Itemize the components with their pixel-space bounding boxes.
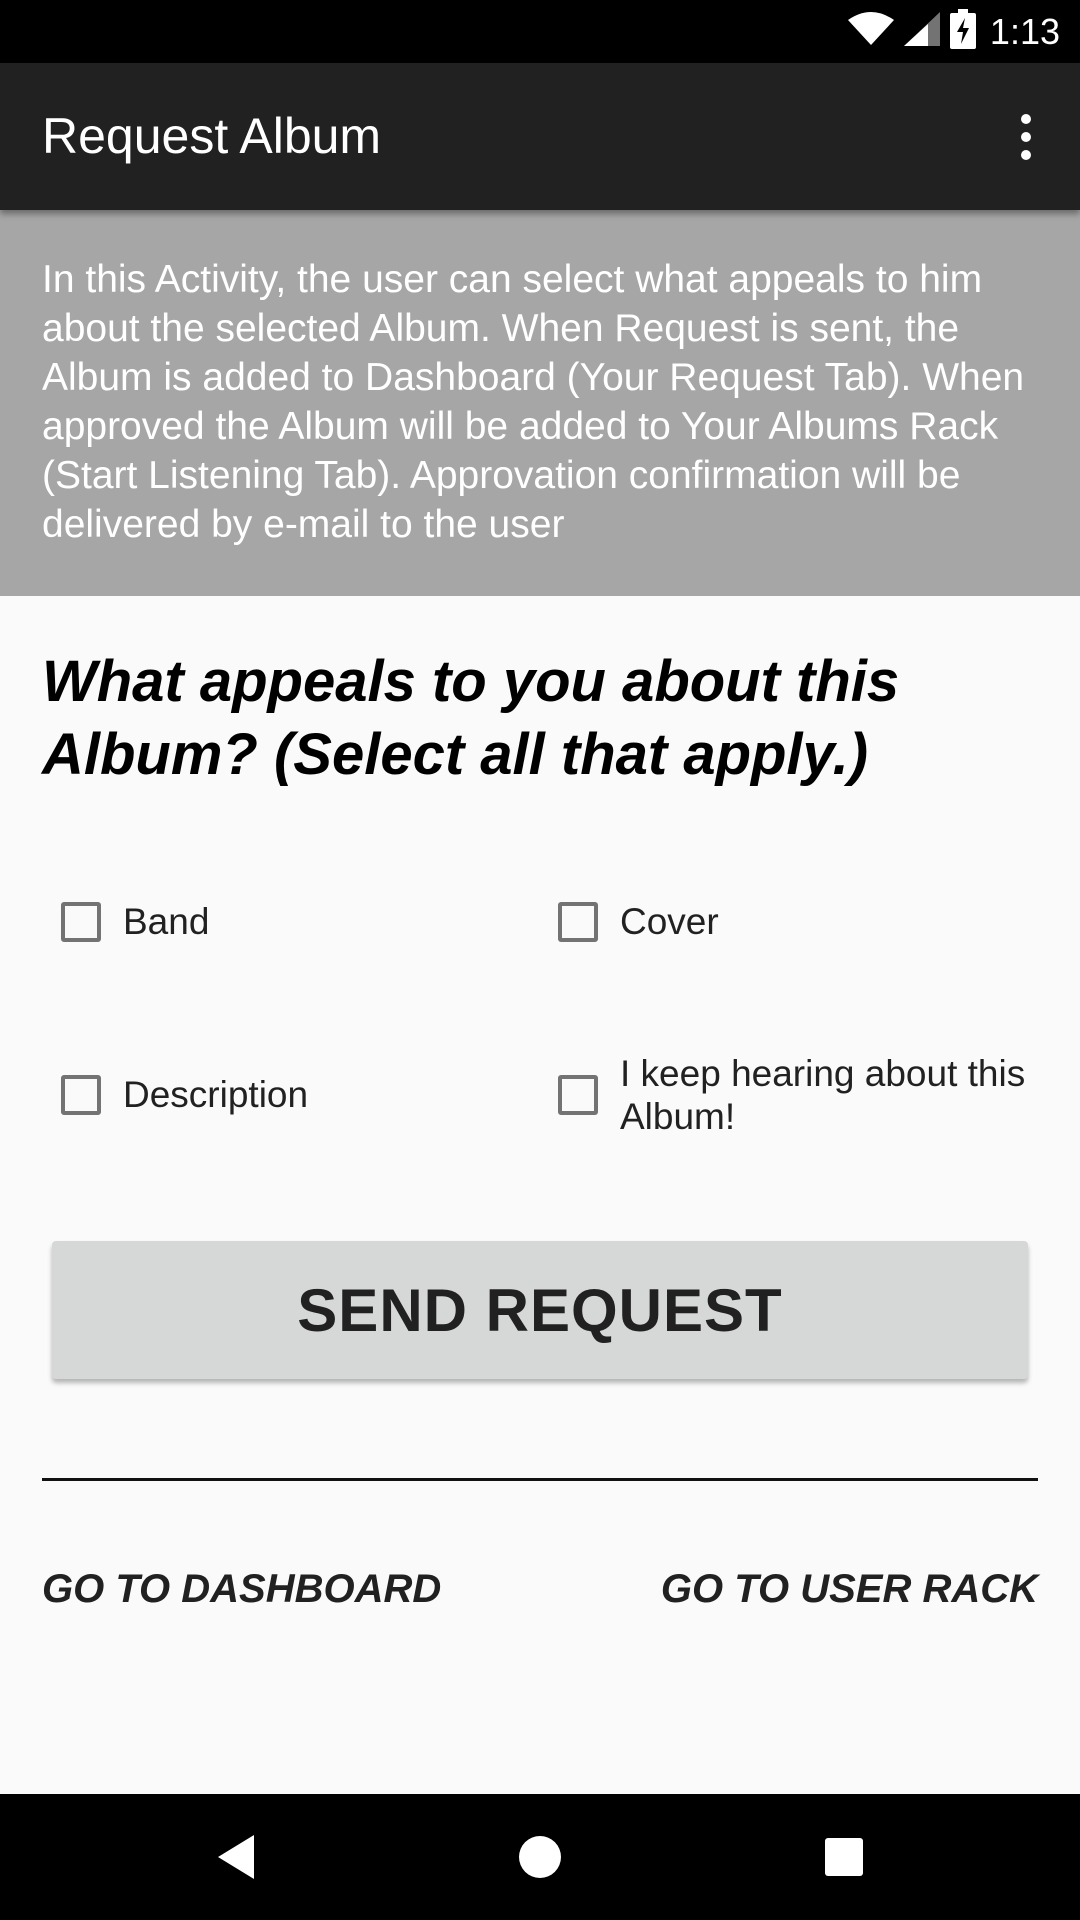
checkbox-icon[interactable]: [558, 1075, 598, 1115]
divider: [42, 1478, 1038, 1481]
checkbox-cover[interactable]: Cover: [558, 900, 719, 943]
checkbox-keep-hearing[interactable]: I keep hearing about this Album!: [558, 1052, 1038, 1138]
app-bar: Request Album: [0, 63, 1080, 210]
recents-icon[interactable]: [784, 1794, 904, 1920]
status-icons: 1:13: [838, 0, 1060, 63]
status-bar: 1:13: [0, 0, 1080, 63]
checkbox-description[interactable]: Description: [61, 1073, 308, 1116]
battery-charging-icon: [949, 9, 976, 54]
send-request-button[interactable]: SEND REQUEST: [52, 1241, 1028, 1379]
navigation-bar: [0, 1794, 1080, 1920]
more-vert-icon[interactable]: [994, 101, 1058, 173]
clock: 1:13: [989, 10, 1060, 52]
page-title: Request Album: [42, 108, 382, 164]
signal-icon: [903, 12, 940, 51]
checkbox-band[interactable]: Band: [61, 900, 209, 943]
checkbox-icon[interactable]: [61, 1074, 101, 1115]
checkbox-icon[interactable]: [61, 901, 101, 942]
info-banner: In this Activity, the user can select wh…: [0, 210, 1080, 596]
checkbox-label: Band: [123, 901, 210, 942]
back-icon[interactable]: [176, 1794, 296, 1920]
wifi-icon: [847, 12, 894, 51]
checkbox-label: Cover: [620, 901, 719, 942]
checkbox-label: Description: [123, 1074, 309, 1115]
checkbox-icon[interactable]: [558, 901, 598, 942]
question-heading: What appeals to you about this Album? (S…: [42, 649, 900, 787]
go-to-user-rack-button[interactable]: GO TO USER RACK: [661, 1565, 1038, 1613]
checkbox-label: I keep hearing about this Album!: [620, 1053, 1026, 1137]
go-to-dashboard-button[interactable]: GO TO DASHBOARD: [42, 1565, 441, 1613]
home-icon[interactable]: [480, 1794, 600, 1920]
